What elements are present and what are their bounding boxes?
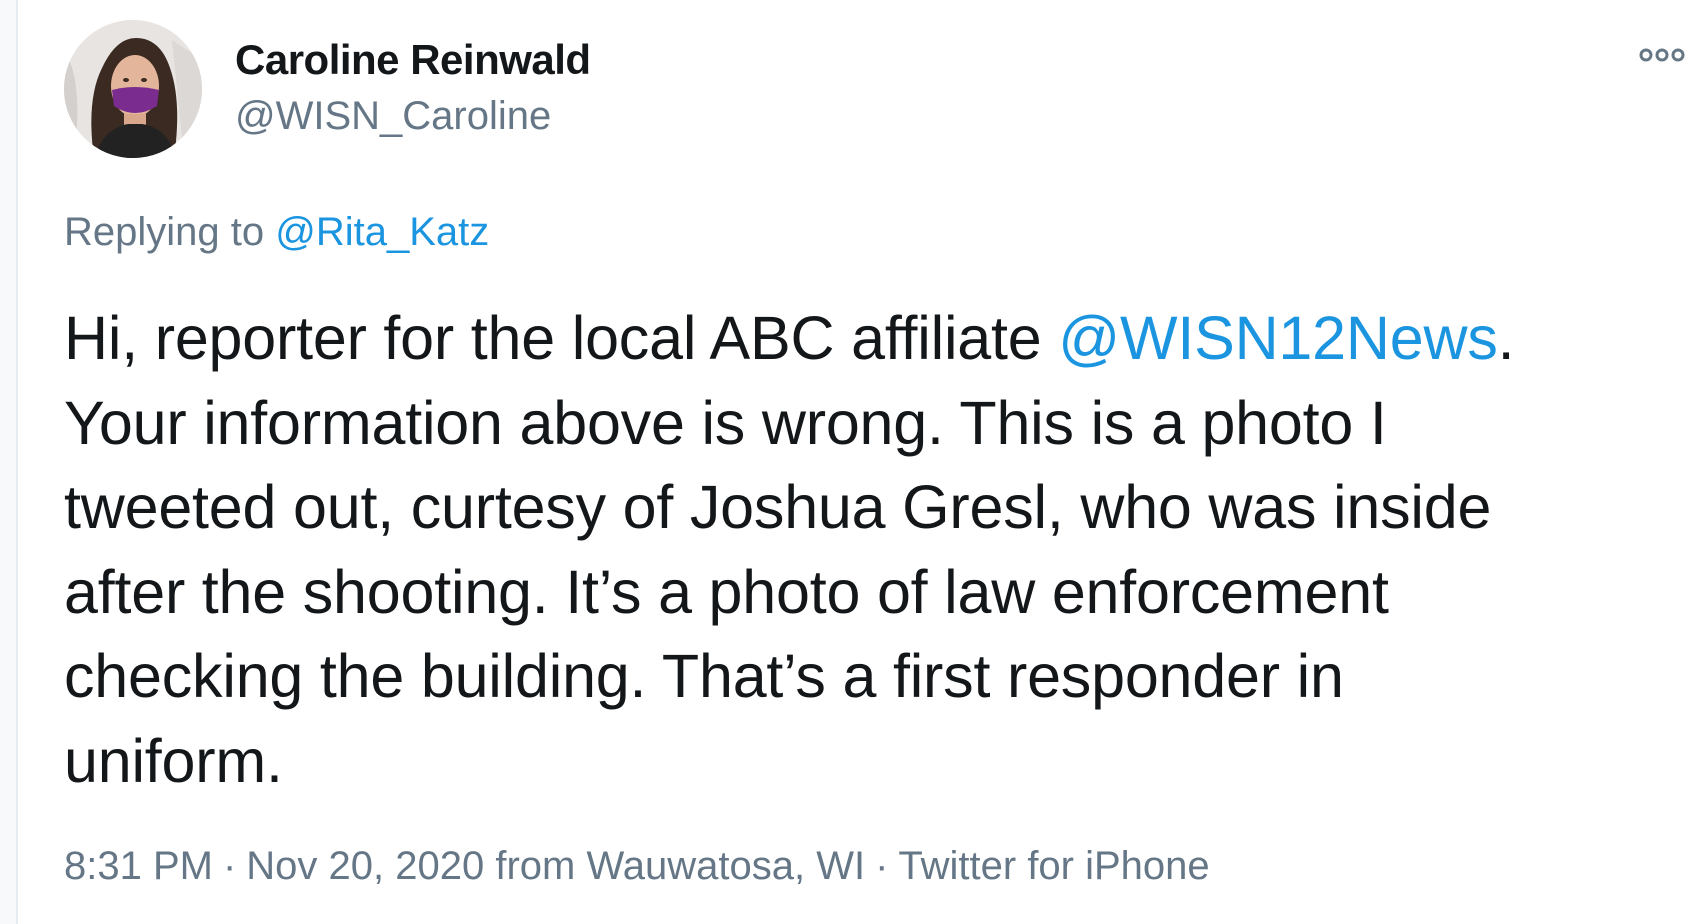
meta-separator: · bbox=[875, 844, 889, 888]
tweet-line: after the shooting. It’s a photo of law … bbox=[64, 557, 1389, 626]
meta-separator: · bbox=[222, 844, 237, 888]
tweet-text-segment: Hi, reporter for the local ABC affiliate bbox=[64, 304, 1059, 372]
tweet-line: uniform. bbox=[64, 726, 283, 795]
tweet-client-link[interactable]: Twitter for iPhone bbox=[898, 844, 1209, 888]
tweet-line: Your information above is wrong. This is… bbox=[64, 388, 1387, 457]
timeline-border bbox=[0, 0, 18, 924]
reply-mention-link[interactable]: @Rita_Katz bbox=[275, 210, 489, 254]
replying-to: Replying to @Rita_Katz bbox=[64, 210, 489, 255]
author-handle[interactable]: @WISN_Caroline bbox=[235, 94, 551, 139]
tweet-line: tweeted out, curtesy of Joshua Gresl, wh… bbox=[64, 473, 1492, 541]
avatar-image bbox=[64, 20, 202, 158]
avatar[interactable] bbox=[64, 20, 202, 158]
tweet-text: Hi, reporter for the local ABC affiliate… bbox=[64, 296, 1664, 803]
tweet-line: checking the building. That’s a first re… bbox=[64, 642, 1344, 710]
tweet-date-location[interactable]: Nov 20, 2020 from Wauwatosa, WI bbox=[246, 844, 865, 888]
tweet-text-segment: . bbox=[1497, 304, 1515, 372]
tweet-timestamp-link[interactable]: 8:31 PM bbox=[64, 844, 213, 888]
tweet-metadata: 8:31 PM · Nov 20, 2020 from Wauwatosa, WI ·… bbox=[64, 844, 1210, 889]
author-display-name[interactable]: Caroline Reinwald bbox=[235, 36, 591, 84]
more-options-icon[interactable] bbox=[1636, 40, 1688, 70]
tweet-mention-link[interactable]: @WISN12News bbox=[1058, 304, 1498, 372]
replying-to-label: Replying to bbox=[64, 210, 276, 254]
tweet-line: Hi, reporter for the local ABC affiliate… bbox=[64, 296, 1664, 381]
tweet-page: Caroline Reinwald @WISN_Caroline Replyin… bbox=[0, 0, 1694, 924]
